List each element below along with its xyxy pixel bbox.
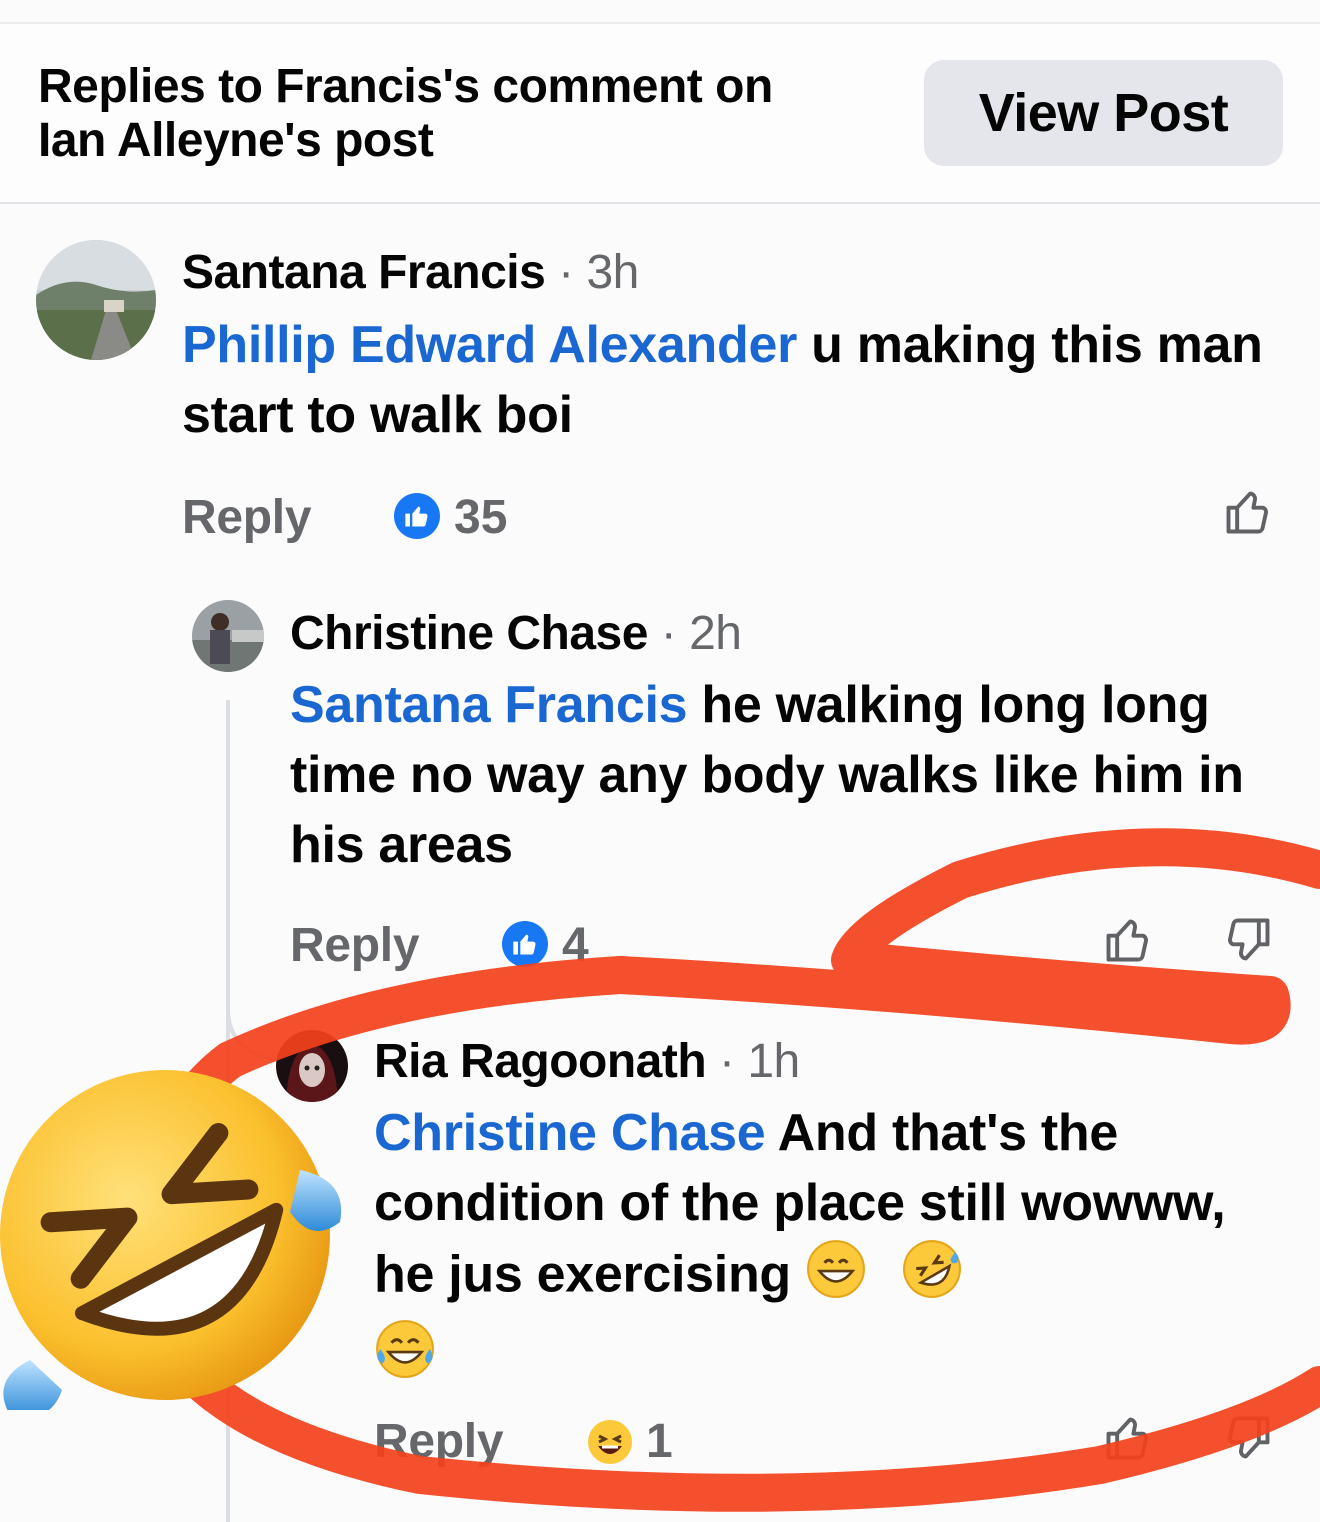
thumbs-up-icon[interactable] bbox=[1102, 1412, 1154, 1469]
rofl-emoji-icon bbox=[901, 1238, 963, 1318]
thumbs-down-icon[interactable] bbox=[1222, 914, 1274, 971]
comment-text: Christine Chase And that's the condition… bbox=[374, 1098, 1274, 1398]
comment-author[interactable]: Ria Ragoonath · 1h bbox=[374, 1034, 800, 1089]
thumbs-up-icon[interactable] bbox=[1102, 914, 1154, 971]
reaction-count[interactable]: 4 bbox=[562, 918, 589, 973]
page-title: Replies to Francis's comment on Ian Alle… bbox=[38, 60, 773, 167]
reply-button[interactable]: Reply bbox=[374, 1414, 504, 1469]
reaction-count[interactable]: 35 bbox=[454, 490, 507, 545]
like-reaction-icon[interactable] bbox=[394, 493, 440, 539]
thumbs-down-icon[interactable] bbox=[1222, 1412, 1274, 1469]
haha-reaction-icon[interactable] bbox=[586, 1418, 634, 1471]
avatar[interactable] bbox=[192, 600, 264, 672]
grinning-emoji-icon bbox=[805, 1238, 867, 1318]
joy-emoji-icon bbox=[374, 1318, 436, 1398]
comment-text: Phillip Edward Alexander u making this m… bbox=[182, 316, 1263, 444]
reaction-count[interactable]: 1 bbox=[646, 1414, 673, 1469]
reply-button[interactable]: Reply bbox=[182, 490, 312, 545]
reply-button[interactable]: Reply bbox=[290, 918, 420, 973]
view-post-button[interactable]: View Post bbox=[924, 60, 1283, 166]
like-reaction-icon[interactable] bbox=[502, 921, 548, 967]
thumbs-up-icon[interactable] bbox=[1222, 486, 1274, 543]
mention-link[interactable]: Christine Chase bbox=[374, 1104, 766, 1162]
header: Replies to Francis's comment on Ian Alle… bbox=[0, 24, 1320, 204]
comment-author[interactable]: Christine Chase · 2h bbox=[290, 606, 742, 661]
comment-author[interactable]: Santana Francis · 3h bbox=[182, 245, 639, 300]
avatar[interactable] bbox=[36, 240, 156, 360]
mention-link[interactable]: Santana Francis bbox=[290, 676, 688, 734]
rofl-emoji-icon bbox=[0, 1060, 350, 1418]
comment-text: Santana Francis he walking long long tim… bbox=[290, 676, 1244, 874]
mention-link[interactable]: Phillip Edward Alexander bbox=[182, 316, 797, 374]
